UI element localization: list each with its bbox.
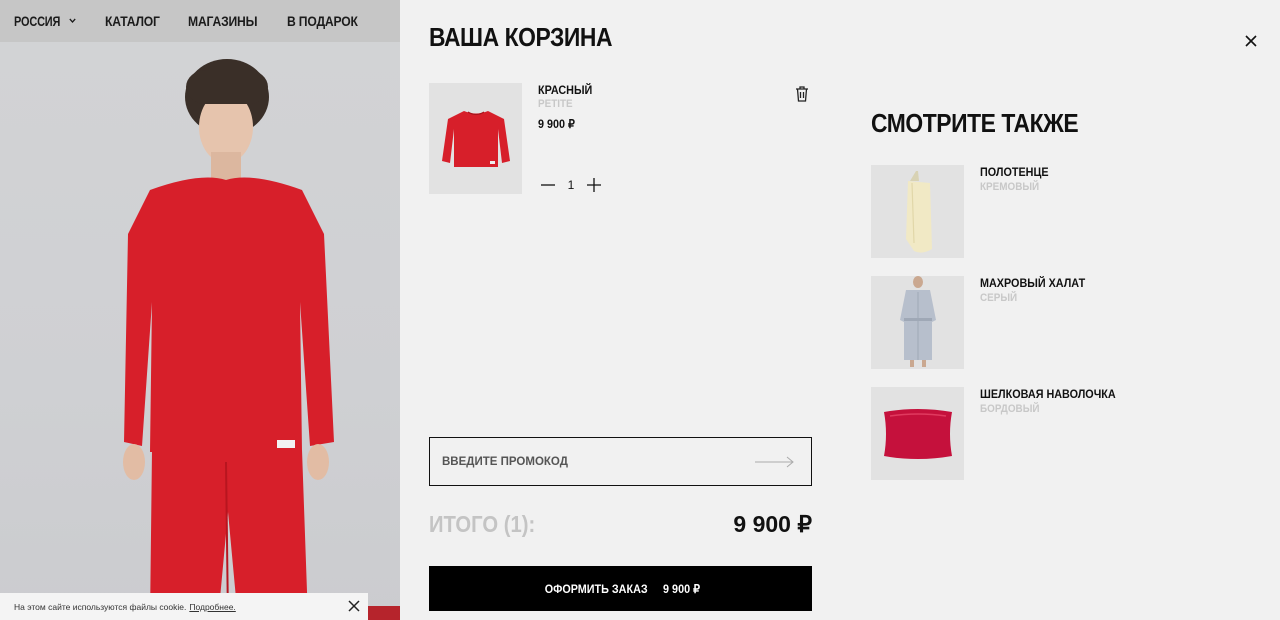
increase-button[interactable] — [587, 178, 601, 192]
arrow-right-icon[interactable] — [755, 455, 795, 469]
towel-image — [905, 170, 932, 253]
region-label: РОССИЯ — [14, 13, 61, 29]
nav-stores[interactable]: МАГАЗИНЫ — [188, 14, 258, 29]
cookie-close-icon[interactable] — [346, 598, 362, 614]
rec-thumbnail — [871, 387, 964, 480]
nav-catalog[interactable]: КАТАЛОГ — [105, 14, 160, 29]
item-thumbnail[interactable] — [429, 83, 522, 194]
rec-name: ПОЛОТЕНЦЕ — [980, 165, 1049, 179]
rec-thumbnail — [871, 165, 964, 258]
see-also-title: СМОТРИТЕ ТАКЖЕ — [871, 108, 1079, 138]
checkout-sum: 9 900 ₽ — [663, 581, 701, 596]
checkout-label: ОФОРМИТЬ ЗАКАЗ — [544, 581, 648, 596]
rec-color: КРЕМОВЫЙ — [980, 181, 1040, 193]
item-price: 9 900 ₽ — [538, 117, 575, 131]
rec-thumbnail — [871, 276, 964, 369]
cookie-banner: На этом сайте используются файлы cookie.… — [0, 593, 368, 620]
cookie-more-link[interactable]: Подробнее. — [189, 602, 235, 612]
promo-field — [429, 437, 812, 486]
nav-gift[interactable]: В ПОДАРОК — [287, 14, 358, 29]
cart-drawer: ВАША КОРЗИНА КРАСНЫЙ PETITE 9 900 ₽ 1 ВВ… — [400, 0, 1280, 620]
background-page: РОССИЯ КАТАЛОГ МАГАЗИНЫ В ПОДАРОК На это… — [0, 0, 400, 620]
trash-icon[interactable] — [794, 85, 810, 103]
total-label: ИТОГО (1): — [429, 511, 536, 537]
plus-icon — [587, 178, 601, 192]
rec-name: МАХРОВЫЙ ХАЛАТ — [980, 276, 1086, 290]
checkout-button[interactable]: ОФОРМИТЬ ЗАКАЗ 9 900 ₽ — [429, 566, 812, 611]
red-sweatshirt-image — [441, 110, 510, 167]
rec-color: СЕРЫЙ — [980, 292, 1018, 304]
promo-input[interactable] — [442, 455, 732, 468]
cart-item: КРАСНЫЙ PETITE 9 900 ₽ 1 — [429, 83, 812, 194]
pillowcase-image — [883, 408, 952, 459]
recommendation-item[interactable]: ПОЛОТЕНЦЕ КРЕМОВЫЙ — [871, 165, 1171, 258]
model-image — [123, 59, 334, 620]
chevron-down-icon — [69, 18, 76, 23]
model-photo — [0, 42, 400, 620]
decrease-button[interactable] — [541, 178, 555, 192]
item-size: PETITE — [538, 98, 573, 110]
region-selector[interactable]: РОССИЯ — [14, 14, 76, 29]
item-name: КРАСНЫЙ — [538, 83, 593, 97]
quantity-stepper: 1 — [541, 178, 601, 192]
total-sum: 9 900 ₽ — [733, 511, 812, 537]
minus-icon — [541, 184, 555, 186]
quantity-value: 1 — [567, 178, 575, 192]
recommendation-item[interactable]: ШЕЛКОВАЯ НАВОЛОЧКА БОРДОВЫЙ — [871, 387, 1171, 480]
recommendation-item[interactable]: МАХРОВЫЙ ХАЛАТ СЕРЫЙ — [871, 276, 1171, 369]
top-nav: РОССИЯ КАТАЛОГ МАГАЗИНЫ В ПОДАРОК — [0, 0, 400, 42]
bathrobe-image — [899, 276, 936, 367]
close-icon[interactable] — [1243, 33, 1259, 49]
rec-name: ШЕЛКОВАЯ НАВОЛОЧКА — [980, 387, 1116, 401]
red-strip — [368, 606, 400, 620]
cart-title: ВАША КОРЗИНА — [429, 22, 613, 52]
rec-color: БОРДОВЫЙ — [980, 403, 1040, 415]
cookie-text: На этом сайте используются файлы cookie. — [14, 601, 187, 612]
